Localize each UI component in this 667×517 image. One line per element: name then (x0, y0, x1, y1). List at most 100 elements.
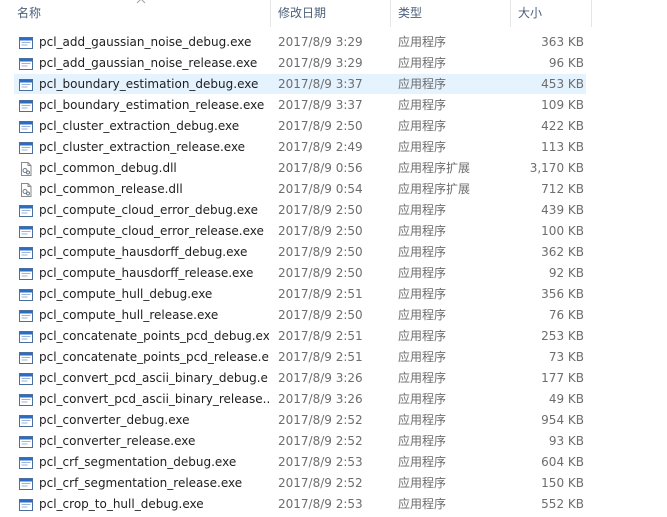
file-name: pcl_compute_cloud_error_release.exe (39, 224, 264, 238)
column-divider[interactable] (591, 0, 592, 27)
file-row[interactable]: pcl_cluster_extraction_debug.exe 2017/8/9… (0, 116, 667, 137)
file-size: 150 KB (541, 476, 584, 490)
exe-icon (19, 36, 33, 50)
file-date: 2017/8/9 3:37 (278, 77, 363, 91)
file-row[interactable]: pcl_add_gaussian_noise_release.exe 2017/8… (0, 53, 667, 74)
file-type: 应用程序 (398, 434, 447, 448)
column-divider[interactable] (390, 0, 391, 27)
exe-icon (19, 330, 33, 344)
file-size: 954 KB (541, 413, 584, 427)
file-row[interactable]: pcl_crf_segmentation_debug.exe 2017/8/9 2… (0, 452, 667, 473)
file-row[interactable]: pcl_boundary_estimation_release.exe 2017/… (0, 95, 667, 116)
file-date: 2017/8/9 2:50 (278, 119, 363, 133)
file-row[interactable]: pcl_concatenate_points_pcd_debug.exe 2017… (0, 326, 667, 347)
column-divider[interactable] (510, 0, 511, 27)
file-row[interactable]: pcl_crop_to_hull_debug.exe 2017/8/9 2:53 应… (0, 494, 667, 515)
file-size: 76 KB (548, 308, 584, 322)
file-row[interactable]: pcl_common_debug.dll 2017/8/9 0:56 应用程序扩展 3… (0, 158, 667, 179)
file-type: 应用程序 (398, 224, 447, 238)
file-type: 应用程序 (398, 413, 447, 427)
file-date: 2017/8/9 2:51 (278, 350, 363, 364)
exe-icon (19, 288, 33, 302)
file-name: pcl_crf_segmentation_release.exe (39, 476, 243, 490)
file-row[interactable]: pcl_compute_hausdorff_release.exe 2017/8/… (0, 263, 667, 284)
file-date: 2017/8/9 2:50 (278, 203, 363, 217)
file-type: 应用程序扩展 (398, 161, 471, 175)
exe-icon (19, 141, 33, 155)
file-type: 应用程序 (398, 287, 447, 301)
file-name: pcl_convert_pcd_ascii_binary_debug.e... (39, 371, 269, 385)
file-row[interactable]: pcl_cluster_extraction_release.exe 2017/8… (0, 137, 667, 158)
file-name: pcl_converter_debug.exe (39, 413, 190, 427)
file-type: 应用程序 (398, 56, 447, 70)
file-size: 453 KB (541, 77, 584, 91)
file-date: 2017/8/9 0:56 (278, 161, 363, 175)
exe-icon (19, 309, 33, 323)
file-row[interactable]: pcl_compute_hull_debug.exe 2017/8/9 2:51 应… (0, 284, 667, 305)
file-name: pcl_cluster_extraction_debug.exe (39, 119, 240, 133)
file-row[interactable]: pcl_compute_cloud_error_release.exe 2017/… (0, 221, 667, 242)
exe-icon (19, 456, 33, 470)
file-type: 应用程序 (398, 77, 447, 91)
file-size: 3,170 KB (529, 161, 584, 175)
file-type: 应用程序 (398, 140, 447, 154)
file-type: 应用程序 (398, 371, 447, 385)
file-name: pcl_add_gaussian_noise_release.exe (39, 56, 258, 70)
file-row[interactable]: pcl_crf_segmentation_release.exe 2017/8/9… (0, 473, 667, 494)
file-row[interactable]: pcl_compute_hausdorff_debug.exe 2017/8/9 … (0, 242, 667, 263)
file-row[interactable]: pcl_add_gaussian_noise_debug.exe 2017/8/9… (0, 32, 667, 53)
file-date: 2017/8/9 3:29 (278, 56, 363, 70)
file-row[interactable]: pcl_convert_pcd_ascii_binary_release....… (0, 389, 667, 410)
file-size: 73 KB (548, 350, 584, 364)
file-row[interactable]: pcl_boundary_estimation_debug.exe 2017/8/… (0, 74, 667, 95)
file-list: pcl_add_gaussian_noise_debug.exe 2017/8/9… (0, 32, 667, 515)
file-date: 2017/8/9 2:53 (278, 497, 363, 511)
file-date: 2017/8/9 2:49 (278, 140, 363, 154)
file-size: 100 KB (541, 224, 584, 238)
exe-icon (19, 57, 33, 71)
dll-icon (19, 162, 33, 176)
file-name: pcl_cluster_extraction_release.exe (39, 140, 246, 154)
file-row[interactable]: pcl_convert_pcd_ascii_binary_debug.e... 2… (0, 368, 667, 389)
file-date: 2017/8/9 3:37 (278, 98, 363, 112)
column-divider[interactable] (270, 0, 271, 27)
file-type: 应用程序 (398, 245, 447, 259)
file-name: pcl_converter_release.exe (39, 434, 196, 448)
exe-icon (19, 246, 33, 260)
exe-icon (19, 120, 33, 134)
file-date: 2017/8/9 2:51 (278, 287, 363, 301)
column-header-name-label: 名称 (17, 6, 42, 20)
exe-icon (19, 267, 33, 281)
column-header-date[interactable]: 修改日期 (273, 0, 390, 27)
file-date: 2017/8/9 0:54 (278, 182, 363, 196)
file-date: 2017/8/9 2:52 (278, 413, 363, 427)
file-size: 92 KB (548, 266, 584, 280)
file-row[interactable]: pcl_converter_debug.exe 2017/8/9 2:52 应用程序… (0, 410, 667, 431)
file-size: 422 KB (541, 119, 584, 133)
column-header-size[interactable]: 大小 (513, 0, 591, 27)
file-row[interactable]: pcl_concatenate_points_pcd_release.e... 2… (0, 347, 667, 368)
file-date: 2017/8/9 2:50 (278, 224, 363, 238)
file-name: pcl_common_release.dll (39, 182, 183, 196)
file-date: 2017/8/9 2:52 (278, 476, 363, 490)
file-row[interactable]: pcl_common_release.dll 2017/8/9 0:54 应用程序扩… (0, 179, 667, 200)
file-name: pcl_boundary_estimation_debug.exe (39, 77, 259, 91)
file-size: 93 KB (548, 434, 584, 448)
file-type: 应用程序 (398, 203, 447, 217)
file-type: 应用程序 (398, 497, 447, 511)
file-name: pcl_add_gaussian_noise_debug.exe (39, 35, 252, 49)
file-row[interactable]: pcl_converter_release.exe 2017/8/9 2:52 应用… (0, 431, 667, 452)
file-row[interactable]: pcl_compute_hull_release.exe 2017/8/9 2:5… (0, 305, 667, 326)
exe-icon (19, 351, 33, 365)
file-type: 应用程序 (398, 266, 447, 280)
file-size: 49 KB (548, 392, 584, 406)
file-type: 应用程序 (398, 98, 447, 112)
column-header-type[interactable]: 类型 (393, 0, 510, 27)
file-type: 应用程序 (398, 119, 447, 133)
file-row[interactable]: pcl_compute_cloud_error_debug.exe 2017/8/… (0, 200, 667, 221)
file-size: 356 KB (541, 287, 584, 301)
file-name: pcl_boundary_estimation_release.exe (39, 98, 265, 112)
exe-icon (19, 393, 33, 407)
file-date: 2017/8/9 3:29 (278, 35, 363, 49)
file-type: 应用程序 (398, 455, 447, 469)
